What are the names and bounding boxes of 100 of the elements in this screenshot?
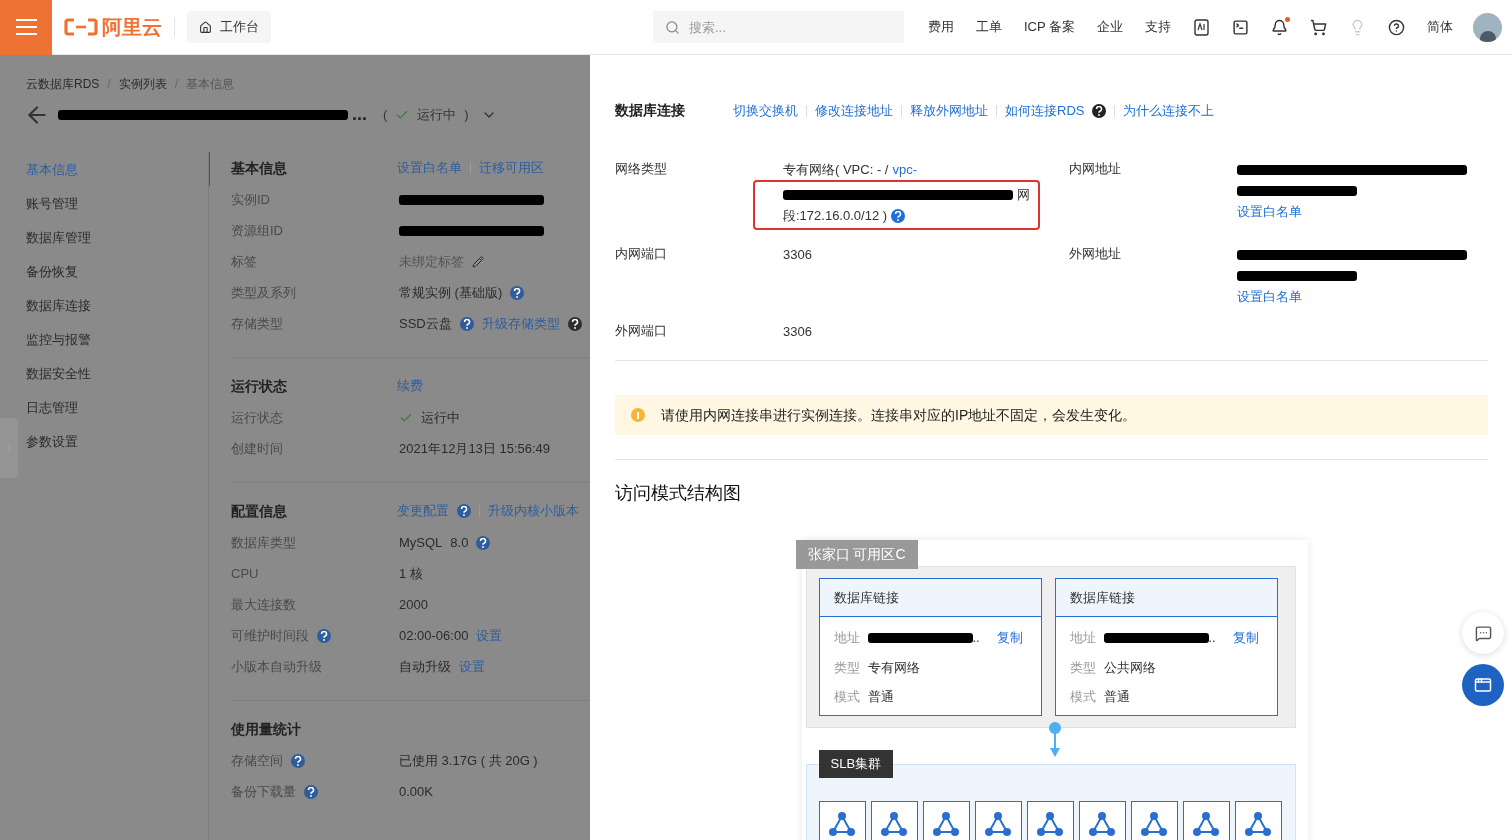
value-text: 普通 [1103,687,1130,706]
section-title: 使用量统计 [231,719,302,739]
help-icon[interactable] [567,316,582,331]
value-text: SSD云盘 [399,314,452,333]
value-text: 自动升级 [399,657,451,676]
copy-link[interactable]: 复制 [1232,628,1259,648]
search-field[interactable]: 搜索... [652,11,904,43]
breadcrumb-separator: / [107,76,111,93]
field-label: 内网端口 [615,245,668,263]
link[interactable]: 设置白名单 [1237,201,1302,222]
value-text: 3306 [783,322,812,341]
cart-icon[interactable] [1310,18,1327,36]
side-nav-item[interactable]: 日志管理 [26,398,208,416]
help-icon[interactable] [510,285,525,300]
side-nav-item[interactable]: 参数设置 [26,432,208,450]
status-text: 运行中 [417,105,457,124]
logo-icon [64,18,98,36]
nav-link[interactable]: 支持 [1145,17,1171,37]
side-nav-item[interactable]: 备份恢复 [26,262,208,280]
node-icon [1026,801,1074,840]
help-icon[interactable] [476,535,491,550]
avatar[interactable] [1473,12,1502,42]
help-icon[interactable] [304,784,318,799]
field-label: 地址 [1069,629,1096,648]
node-icon [1078,801,1126,840]
instance-title: ... [352,103,367,126]
value-text: .. [1208,629,1216,648]
chat-button[interactable] [1462,612,1504,654]
value-text: 运行中 [421,408,460,427]
warning-icon [631,408,645,422]
field-label: 外网端口 [615,322,668,340]
field-label: 运行状态 [231,408,283,427]
nav-link[interactable]: 工单 [975,17,1002,37]
language-link[interactable]: 简体 [1427,17,1453,37]
card-title: 数据库链接 [819,579,1041,617]
side-nav-item[interactable]: 监控与报警 [26,330,208,348]
field-label: 存储空间 [231,751,283,770]
side-nav-item[interactable]: 账号管理 [26,194,208,212]
value-text: 网 [1017,185,1030,204]
status-text: ) [464,105,469,124]
field-label: 标签 [231,252,257,271]
value-text: 专有网络( VPC: - / [783,160,889,179]
value-text: 3306 [783,245,812,264]
help-icon[interactable] [459,316,474,331]
node-icon [974,801,1022,840]
node-icon [818,801,866,840]
section-title: 基本信息 [231,158,288,178]
link[interactable]: 为什么连接不上 [1123,100,1215,121]
copy-link[interactable]: 复制 [996,628,1023,648]
link[interactable]: 修改连接地址 [815,100,893,121]
side-nav-item[interactable]: 数据安全性 [26,364,208,382]
logo-text: 阿里云 [102,15,162,40]
bell-icon[interactable] [1271,18,1288,36]
value-text: 2021年12月13日 15:56:49 [399,439,551,458]
help-icon[interactable] [1092,103,1107,118]
breadcrumb-item[interactable]: 云数据库RDS [26,75,100,93]
help-icon[interactable] [1388,18,1405,36]
diagram-title: 访问模式结构图 [615,482,742,505]
collapse-handle[interactable] [0,418,18,478]
side-nav-item[interactable]: 数据库连接 [26,296,208,314]
value-text: MySQL [399,533,443,552]
node-icon [1234,801,1282,840]
chat-icon [1474,624,1492,642]
value-text: 02:00-06:00 [399,626,469,645]
home-icon [199,20,212,34]
link[interactable]: 释放外网地址 [910,100,988,121]
help-icon[interactable] [317,628,331,643]
value-text: 普通 [867,687,894,706]
field-label: 模式 [833,687,860,706]
node-icon [922,801,970,840]
side-nav-item[interactable]: 数据库管理 [26,228,208,246]
nav-link[interactable]: 企业 [1097,17,1123,37]
menu-button[interactable] [0,0,52,55]
link[interactable]: 切换交换机 [733,100,798,121]
field-label: 类型及系列 [231,283,296,302]
edit-icon[interactable] [472,255,484,268]
section-title: 数据库连接 [615,101,686,120]
status-text: ( [383,105,388,124]
workbench-button[interactable]: 工作台 [187,11,271,43]
help-icon[interactable] [291,753,305,768]
field-label: 创建时间 [231,439,283,458]
breadcrumb-item[interactable]: 实例列表 [118,75,167,93]
value-text: 段:172.16.0.0/12 ) [783,206,888,225]
alert-text: 请使用内网连接串进行实例连接。连接串对应的IP地址不固定，会发生变化。 [661,405,1137,425]
field-label: CPU [231,564,259,583]
field-label: 类型 [1069,658,1096,677]
nav-link[interactable]: ICP 备案 [1023,17,1075,37]
nav-link[interactable]: 费用 [927,17,954,37]
field-label: 网络类型 [615,160,668,178]
apps-button[interactable] [1462,664,1504,706]
field-label: 外网地址 [1069,245,1122,263]
value-text: 专有网络 [867,658,920,677]
terminal-icon[interactable] [1232,18,1249,36]
help-icon[interactable] [457,504,471,518]
app-icon[interactable] [1193,18,1210,36]
link[interactable]: 设置白名单 [1237,286,1302,307]
breadcrumb-separator: / [174,76,179,93]
link[interactable]: 如何连接RDS [1005,100,1085,121]
section-title: 运行状态 [231,376,288,396]
link[interactable]: vpc- [892,159,917,180]
